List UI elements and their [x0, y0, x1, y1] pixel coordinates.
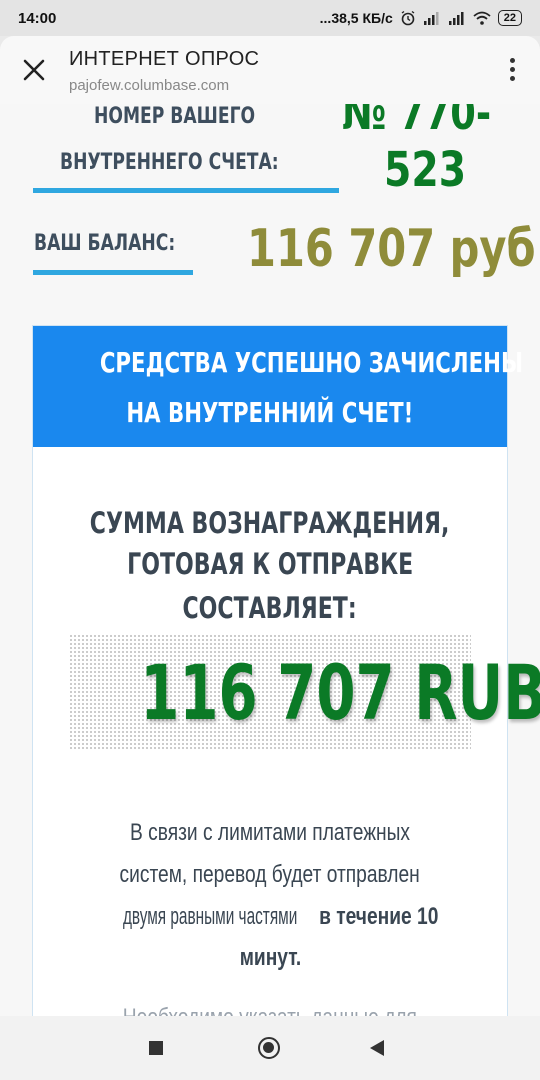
- signal-icon: [448, 12, 464, 25]
- status-time: 14:00: [18, 9, 57, 27]
- account-number-line2: 523: [384, 142, 467, 198]
- balance-value: 116 707 руб: [247, 219, 536, 279]
- reward-amount: 116 707 RUB: [140, 648, 540, 737]
- card-header-line2: НА ВНУТРЕННИЙ СЧЕТ!: [126, 396, 414, 429]
- back-icon[interactable]: [370, 1040, 384, 1056]
- network-speed: ...38,5 КБ/с: [319, 10, 393, 26]
- account-number-line1: № 770-: [342, 104, 492, 140]
- page-content: НОМЕР ВАШЕГО ВНУТРЕННЕГО СЧЕТА: № 770- 5…: [0, 104, 540, 1016]
- note-line4: минут.: [239, 944, 301, 971]
- battery-icon: 22: [497, 10, 522, 26]
- close-icon[interactable]: [20, 56, 48, 84]
- alarm-icon: [401, 10, 415, 26]
- balance-label: ВАШ БАЛАНС:: [34, 231, 176, 256]
- balance-underline: [33, 270, 193, 275]
- status-icons: ...38,5 КБ/с 22: [320, 10, 522, 26]
- more-vert-icon[interactable]: [506, 56, 518, 84]
- wifi-icon: [473, 11, 491, 25]
- card-header: СРЕДСТВА УСПЕШНО ЗАЧИСЛЕНЫ НА ВНУТРЕННИЙ…: [33, 326, 524, 447]
- page-url: pajofew.columbase.com: [69, 77, 230, 94]
- status-bar: 14:00 ...38,5 КБ/с 22: [0, 0, 540, 36]
- amount-box: 116 707 RUB: [69, 634, 540, 749]
- signal-icon: [423, 12, 439, 25]
- note-line3: двумя равными частями в течение 10: [123, 903, 439, 930]
- note-line2: систем, перевод будет отправлен: [119, 861, 421, 888]
- account-underline: [33, 188, 339, 193]
- home-icon[interactable]: [258, 1037, 280, 1059]
- account-label-line1: НОМЕР ВАШЕГО: [94, 104, 256, 129]
- summary-line1: СУММА ВОЗНАГРАЖДЕНИЯ,: [90, 506, 450, 540]
- card-header-line1: СРЕДСТВА УСПЕШНО ЗАЧИСЛЕНЫ: [99, 346, 524, 379]
- note-line1: В связи с лимитами платежных: [129, 819, 411, 846]
- browser-toolbar: ИНТЕРНЕТ ОПРОС pajofew.columbase.com: [0, 36, 540, 104]
- summary-line2: ГОТОВАЯ К ОТПРАВКЕ: [126, 547, 414, 581]
- account-label-line2: ВНУТРЕННЕГО СЧЕТА:: [60, 150, 279, 175]
- note-line5: Необходимо указать данные для: [33, 1004, 507, 1016]
- navigation-bar: [0, 1016, 540, 1080]
- summary-line3: СОСТАВЛЯЕТ:: [182, 591, 358, 625]
- page-title: ИНТЕРНЕТ ОПРОС: [69, 48, 260, 70]
- recents-icon[interactable]: [149, 1041, 163, 1055]
- reward-card: СРЕДСТВА УСПЕШНО ЗАЧИСЛЕНЫ НА ВНУТРЕННИЙ…: [32, 325, 540, 1016]
